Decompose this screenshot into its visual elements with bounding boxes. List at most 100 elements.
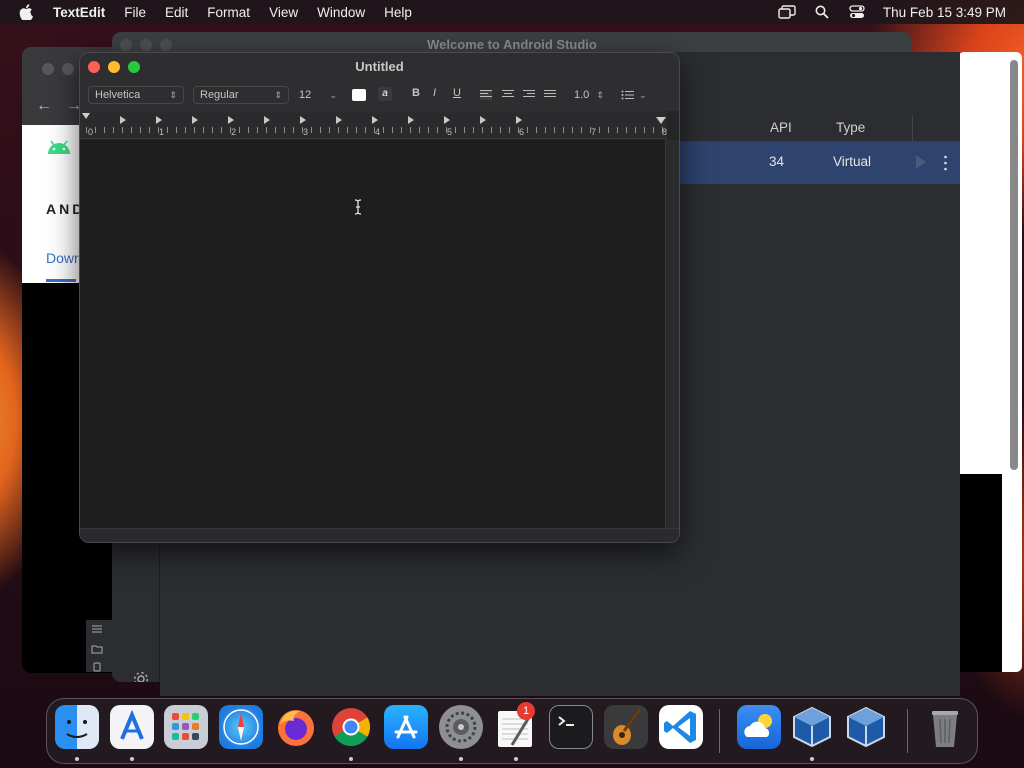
menu-edit[interactable]: Edit [165, 5, 188, 20]
ruler-number: 7 [591, 127, 597, 137]
tab-stop[interactable] [372, 116, 378, 124]
android-logo-icon [48, 140, 70, 154]
menu-format[interactable]: Format [207, 5, 250, 20]
align-center-icon[interactable] [502, 90, 514, 100]
font-size-combo[interactable]: 12 ⌄ [299, 86, 337, 104]
tab-stop[interactable] [516, 116, 522, 124]
screen-mirroring-icon[interactable] [778, 3, 796, 21]
ruler-number: 0 [88, 127, 94, 137]
firefox-icon[interactable] [274, 705, 318, 749]
ruler-number: 8 [662, 127, 668, 137]
studio-minimize-button[interactable] [140, 39, 152, 51]
download-link[interactable]: Dowr [46, 250, 79, 266]
stepper-icon: ⇕ [596, 89, 604, 100]
browser-minimize-button[interactable] [62, 63, 74, 75]
font-style-select[interactable]: Regular ⇕ [193, 86, 289, 104]
column-type[interactable]: Type [836, 120, 865, 135]
menu-help[interactable]: Help [384, 5, 412, 20]
tab-stop[interactable] [156, 116, 162, 124]
finder-icon[interactable] [55, 705, 99, 749]
ruler-number: 3 [303, 127, 309, 137]
garageband-icon[interactable] [604, 705, 648, 749]
list-style-select[interactable]: ⌄ [621, 86, 651, 104]
document-title: Untitled [355, 59, 404, 74]
ruler-number: 4 [375, 127, 381, 137]
text-color-swatch[interactable] [352, 89, 366, 101]
line-spacing-select[interactable]: 1.0 ⇕ [574, 86, 604, 104]
background-window-right [958, 52, 1022, 672]
spotlight-search-icon[interactable] [813, 3, 831, 21]
align-right-icon[interactable] [523, 90, 535, 100]
studio-zoom-button[interactable] [160, 39, 172, 51]
chrome-icon[interactable] [329, 705, 373, 749]
line-spacing-value: 1.0 [574, 89, 590, 101]
menu-file[interactable]: File [124, 5, 146, 20]
dock: 1 [46, 698, 978, 764]
settings-gear-icon[interactable] [132, 670, 150, 682]
text-cursor-icon [354, 199, 362, 215]
tab-stop[interactable] [264, 116, 270, 124]
vscode-icon[interactable] [659, 705, 703, 749]
apple-menu-icon[interactable] [19, 4, 35, 20]
device-type: Virtual [833, 154, 872, 169]
highlight-color-icon[interactable]: a [378, 87, 392, 101]
ruler-number: 5 [447, 127, 453, 137]
document-text-area[interactable] [80, 140, 665, 528]
tab-stop[interactable] [192, 116, 198, 124]
align-left-icon[interactable] [480, 90, 492, 100]
menubar-clock[interactable]: Thu Feb 15 3:49 PM [883, 5, 1006, 20]
back-arrow-icon[interactable]: ← [36, 97, 52, 115]
italic-button[interactable]: I [433, 87, 436, 99]
run-device-icon[interactable] [916, 155, 926, 169]
menu-view[interactable]: View [269, 5, 298, 20]
tab-stop[interactable] [480, 116, 486, 124]
align-justify-icon[interactable] [544, 90, 556, 100]
menu-window[interactable]: Window [317, 5, 365, 20]
ruler-number: 1 [159, 127, 165, 137]
ruler-number: 2 [231, 127, 237, 137]
folder-icon[interactable] [91, 644, 103, 654]
safari-icon[interactable] [219, 705, 263, 749]
tab-stop[interactable] [228, 116, 234, 124]
font-family-select[interactable]: Helvetica ⇕ [88, 86, 184, 104]
tab-stop[interactable] [120, 116, 126, 124]
column-api[interactable]: API [770, 120, 792, 135]
studio-close-button[interactable] [120, 39, 132, 51]
terminal-icon[interactable] [549, 705, 593, 749]
tab-stop[interactable] [408, 116, 414, 124]
first-line-indent-marker[interactable] [82, 113, 90, 119]
control-center-icon[interactable] [848, 3, 866, 21]
trash-icon[interactable] [923, 705, 967, 749]
bold-button[interactable]: B [412, 87, 420, 99]
chevron-down-icon: ⌄ [329, 89, 337, 100]
virtualbox-vm-icon[interactable] [844, 705, 888, 749]
device-api: 34 [769, 154, 785, 169]
ruler-number: 6 [519, 127, 525, 137]
device-icon[interactable] [91, 662, 103, 672]
bulleted-list-icon [621, 90, 634, 100]
tab-stop[interactable] [444, 116, 450, 124]
ruler[interactable]: 0 1 2 3 4 5 6 7 8 [80, 111, 667, 139]
horizontal-scrollbar[interactable] [80, 528, 679, 542]
right-margin-marker[interactable] [656, 117, 666, 124]
weather-icon[interactable] [737, 705, 781, 749]
tab-stop[interactable] [300, 116, 306, 124]
list-icon[interactable] [91, 624, 103, 634]
browser-close-button[interactable] [42, 63, 54, 75]
vertical-scrollbar[interactable] [665, 140, 679, 528]
virtualbox-icon[interactable] [790, 705, 834, 749]
menu-app-name[interactable]: TextEdit [53, 5, 105, 20]
system-settings-icon[interactable] [439, 705, 483, 749]
stepper-icon: ⇕ [274, 89, 282, 100]
font-style-value: Regular [200, 89, 239, 101]
scrollbar[interactable] [1010, 60, 1018, 470]
underline-button[interactable]: U [453, 87, 461, 99]
launchpad-icon[interactable] [164, 705, 208, 749]
tab-stop[interactable] [336, 116, 342, 124]
app-store-icon[interactable] [384, 705, 428, 749]
font-size-value: 12 [299, 89, 312, 101]
xcode-icon[interactable] [110, 705, 154, 749]
menu-bar: TextEdit File Edit Format View Window He… [0, 0, 1024, 24]
more-options-icon[interactable] [944, 155, 947, 171]
chevron-down-icon: ⌄ [639, 89, 647, 100]
